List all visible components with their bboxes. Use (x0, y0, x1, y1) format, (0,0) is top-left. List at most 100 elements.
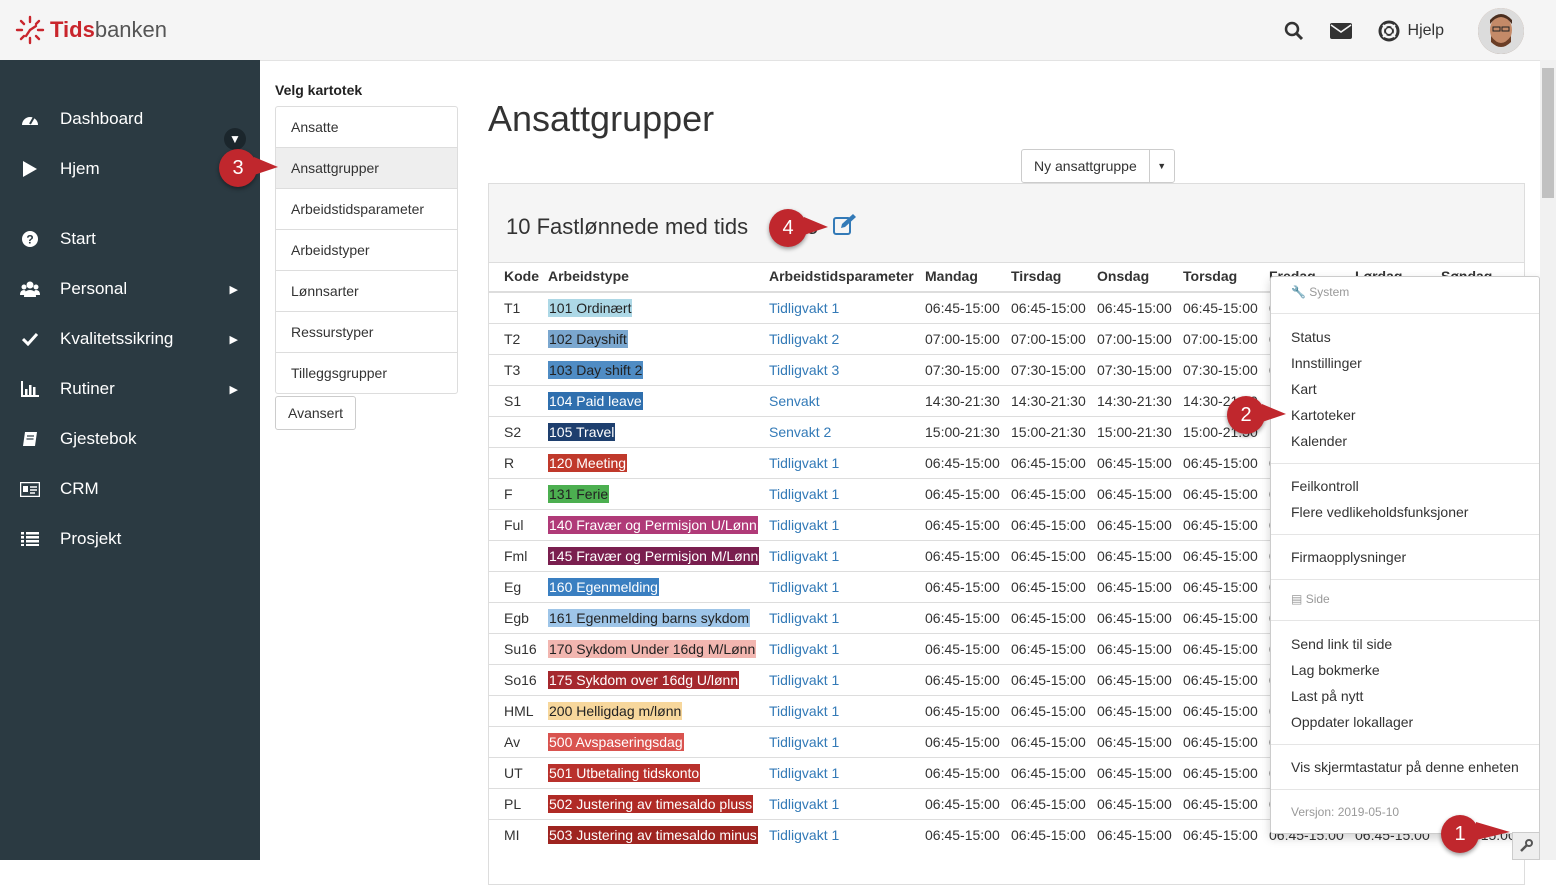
avatar[interactable] (1478, 8, 1524, 54)
arbeidstidsparameter-link[interactable]: Tidligvakt 1 (769, 734, 839, 750)
arbeidstidsparameter-link[interactable]: Tidligvakt 1 (769, 765, 839, 781)
cell-kode: Egb (489, 602, 548, 634)
arbeidstidsparameter-link[interactable]: Tidligvakt 1 (769, 672, 839, 688)
kartotek-item-tilleggsgrupper[interactable]: Tilleggsgrupper (276, 353, 457, 393)
arbeidstidsparameter-link[interactable]: Tidligvakt 1 (769, 486, 839, 502)
menu-item-skjermtastatur[interactable]: Vis skjermtastatur på denne enheten (1291, 759, 1519, 775)
cell-arbeidstidsparameter: Tidligvakt 1 (769, 726, 925, 758)
menu-item-kart[interactable]: Kart (1291, 381, 1317, 397)
id-card-icon (20, 481, 40, 497)
kartotek-item-arbeidstyper[interactable]: Arbeidstyper (276, 230, 457, 271)
arbeidstidsparameter-link[interactable]: Tidligvakt 1 (769, 548, 839, 564)
sidebar-item-dashboard[interactable]: Dashboard (0, 99, 260, 139)
search-button[interactable] (1284, 21, 1304, 41)
col-mandag[interactable]: Mandag (925, 261, 1011, 293)
cell-arbeidstype: 501 Utbetaling tidskonto (548, 757, 769, 789)
col-onsdag[interactable]: Onsdag (1097, 261, 1183, 293)
arbeidstidsparameter-link[interactable]: Tidligvakt 1 (769, 610, 839, 626)
col-arbeidstype[interactable]: Arbeidstype (548, 261, 769, 293)
arbeidstype-tag: 500 Avspaseringsdag (548, 733, 684, 751)
cell-kode: S1 (489, 385, 548, 417)
cell-kode: Fml (489, 540, 548, 572)
menu-item-status[interactable]: Status (1291, 329, 1331, 345)
arbeidstidsparameter-link[interactable]: Tidligvakt 1 (769, 517, 839, 533)
sidebar-item-label: Hjem (60, 159, 100, 178)
kartotek-item-ressurstyper[interactable]: Ressurstyper (276, 312, 457, 353)
cell-day: 07:00-15:00 (1011, 323, 1097, 355)
arbeidstidsparameter-link[interactable]: Tidligvakt 2 (769, 331, 839, 347)
arbeidstidsparameter-link[interactable]: Tidligvakt 1 (769, 641, 839, 657)
col-tirsdag[interactable]: Tirsdag (1011, 261, 1097, 293)
col-kode[interactable]: Kode (489, 261, 548, 293)
kartotek-item-ansattgrupper[interactable]: Ansattgrupper (276, 148, 457, 189)
cell-day: 06:45-15:00 (925, 478, 1011, 510)
tools-button[interactable] (1512, 832, 1540, 860)
cell-arbeidstype: 502 Justering av timesaldo pluss (548, 788, 769, 820)
menu-item-innstillinger[interactable]: Innstillinger (1291, 355, 1362, 371)
sidebar-item-gjestebok[interactable]: Gjestebok (0, 419, 260, 459)
sidebar-item-crm[interactable]: CRM (0, 469, 260, 509)
col-torsdag[interactable]: Torsdag (1183, 261, 1269, 293)
cell-arbeidstidsparameter: Tidligvakt 1 (769, 633, 925, 665)
cell-day: 06:45-15:00 (1097, 726, 1183, 758)
cell-kode: PL (489, 788, 548, 820)
menu-item-bokmerke[interactable]: Lag bokmerke (1291, 662, 1380, 678)
arbeidstidsparameter-link[interactable]: Senvakt 2 (769, 424, 831, 440)
arbeidstidsparameter-link[interactable]: Tidligvakt 1 (769, 827, 839, 843)
cell-arbeidstype: 103 Day shift 2 (548, 354, 769, 386)
menu-item-last-pa-nytt[interactable]: Last på nytt (1291, 688, 1363, 704)
cell-kode: T3 (489, 354, 548, 386)
arbeidstidsparameter-link[interactable]: Tidligvakt 1 (769, 703, 839, 719)
menu-item-vedlikehold[interactable]: Flere vedlikeholdsfunksjoner (1291, 504, 1468, 520)
chevron-down-icon[interactable]: ▼ (1150, 150, 1174, 182)
panel-heading: 10 Fastlønnede med tidso (489, 184, 1524, 263)
scrollbar-thumb[interactable] (1542, 68, 1554, 198)
arbeidstidsparameter-link[interactable]: Senvakt (769, 393, 820, 409)
sidebar-item-kvalitetssikring[interactable]: Kvalitetssikring ▶ (0, 319, 260, 359)
cell-day: 06:45-15:00 (1097, 291, 1183, 324)
menu-item-send-link[interactable]: Send link til side (1291, 636, 1392, 652)
menu-item-feilkontroll[interactable]: Feilkontroll (1291, 478, 1359, 494)
sidebar-item-prosjekt[interactable]: Prosjekt (0, 519, 260, 559)
kartotek-item-lonnsarter[interactable]: Lønnsarter (276, 271, 457, 312)
arbeidstidsparameter-link[interactable]: Tidligvakt 3 (769, 362, 839, 378)
menu-item-kartoteker[interactable]: Kartoteker (1291, 407, 1356, 423)
messages-button[interactable] (1329, 23, 1352, 39)
menu-item-kalender[interactable]: Kalender (1291, 433, 1347, 449)
top-bar: Tidsbanken Hjelp (0, 0, 1556, 61)
cell-kode: F (489, 478, 548, 510)
sidebar-item-personal[interactable]: Personal ▶ (0, 269, 260, 309)
cell-arbeidstype: 120 Meeting (548, 447, 769, 479)
cell-day: 06:45-15:00 (1011, 509, 1097, 541)
sidebar-item-rutiner[interactable]: Rutiner ▶ (0, 369, 260, 409)
arbeidstype-tag: 104 Paid leave (548, 392, 643, 410)
cell-day: 06:45-15:00 (1183, 664, 1269, 696)
edit-icon[interactable] (833, 214, 857, 241)
menu-item-oppdater-lokallager[interactable]: Oppdater lokallager (1291, 714, 1413, 730)
cell-day: 06:45-15:00 (1011, 695, 1097, 727)
bar-chart-icon (21, 381, 39, 397)
cell-day: 07:00-15:00 (1183, 323, 1269, 355)
arbeidstidsparameter-link[interactable]: Tidligvakt 1 (769, 796, 839, 812)
arbeidstidsparameter-link[interactable]: Tidligvakt 1 (769, 300, 839, 316)
col-arbeidstidsparameter[interactable]: Arbeidstidsparameter (769, 261, 925, 293)
menu-item-firmaopplysninger[interactable]: Firmaopplysninger (1291, 549, 1406, 565)
cell-day: 06:45-15:00 (1097, 478, 1183, 510)
kartotek-item-ansatte[interactable]: Ansatte (276, 107, 457, 148)
kartotek-item-arbeidstidsparameter[interactable]: Arbeidstidsparameter (276, 189, 457, 230)
new-group-button[interactable]: Ny ansattgruppe (1022, 150, 1150, 182)
help-button[interactable]: Hjelp (1378, 20, 1444, 42)
arbeidstidsparameter-link[interactable]: Tidligvakt 1 (769, 455, 839, 471)
callout-2-arrow (1262, 404, 1286, 422)
cell-arbeidstype: 131 Ferie (548, 478, 769, 510)
cell-day: 06:45-15:00 (1097, 447, 1183, 479)
wrench-icon (1520, 839, 1533, 852)
sidebar-item-start[interactable]: ? Start (0, 219, 260, 259)
advanced-button[interactable]: Avansert (275, 396, 356, 430)
lifebuoy-icon (1378, 20, 1400, 42)
arbeidstidsparameter-link[interactable]: Tidligvakt 1 (769, 579, 839, 595)
cell-day: 07:00-15:00 (1097, 323, 1183, 355)
cell-kode: HML (489, 695, 548, 727)
cell-kode: T1 (489, 291, 548, 324)
logo[interactable]: Tidsbanken (14, 14, 167, 46)
